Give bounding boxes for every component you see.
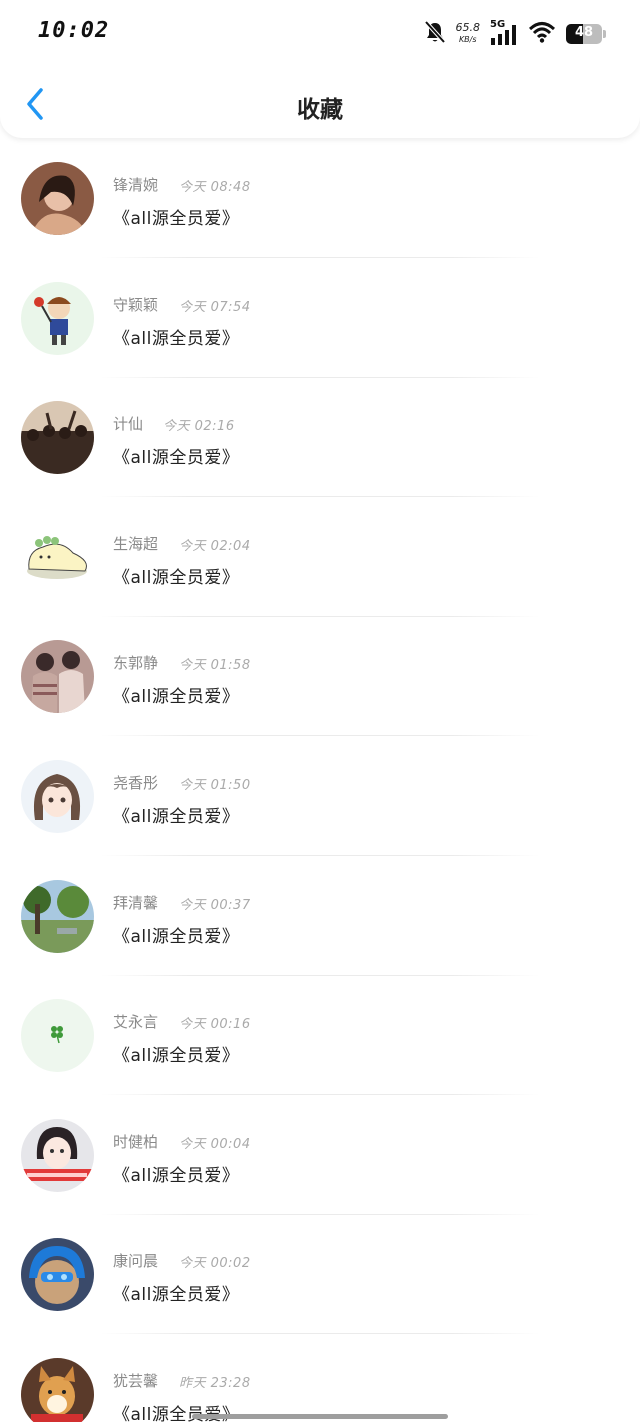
avatar[interactable] xyxy=(21,162,94,235)
avatar-image xyxy=(21,1357,94,1422)
item-time: 今天 00:02 xyxy=(179,1256,251,1272)
avatar[interactable] xyxy=(21,879,94,953)
list-item[interactable]: 东郭静 今天 01:58 《all源全员爱》 xyxy=(0,616,640,737)
avatar-image xyxy=(21,640,94,714)
item-time: 今天 01:58 xyxy=(179,658,251,674)
avatar[interactable] xyxy=(21,281,94,355)
item-time: 今天 02:04 xyxy=(179,538,251,554)
net-speed-unit: KB/s xyxy=(458,35,477,44)
network-type: 5G xyxy=(490,19,506,30)
item-time: 今天 08:48 xyxy=(179,180,251,195)
item-time: 今天 02:16 xyxy=(163,419,235,435)
avatar-image xyxy=(21,162,94,235)
avatar-image xyxy=(21,401,94,475)
item-content[interactable]: 《all源全员爱》 xyxy=(113,1041,239,1066)
list-item[interactable]: 艾永言 今天 00:16 《all源全员爱》 xyxy=(0,975,640,1096)
item-content[interactable]: 《all源全员爱》 xyxy=(113,443,239,468)
net-speed: 65.8 KB/s xyxy=(456,22,481,46)
item-name: 艾永言 xyxy=(113,1013,159,1032)
item-time: 今天 00:16 xyxy=(179,1017,251,1033)
item-name: 时健柏 xyxy=(113,1132,159,1151)
avatar[interactable] xyxy=(21,1357,94,1422)
avatar-image xyxy=(21,999,94,1073)
item-name: 守颖颖 xyxy=(113,295,159,314)
item-content[interactable]: 《all源全员爱》 xyxy=(113,1161,239,1186)
net-speed-value: 65.8 xyxy=(455,21,481,34)
avatar[interactable] xyxy=(21,640,94,714)
item-content[interactable]: 《all源全员爱》 xyxy=(113,682,239,707)
battery-indicator: 48 xyxy=(566,24,602,44)
home-indicator[interactable] xyxy=(192,1414,448,1419)
list-item[interactable]: 尧香彤 今天 01:50 《all源全员爱》 xyxy=(0,736,640,856)
top-bar: 10:02 65.8 KB/s 5G 48 收藏 xyxy=(0,0,640,138)
avatar-image xyxy=(21,281,94,355)
battery-level: 48 xyxy=(574,25,594,40)
wifi-icon xyxy=(528,21,556,47)
page-title: 收藏 xyxy=(297,97,343,123)
avatar[interactable] xyxy=(21,520,94,594)
list-item[interactable]: 康问晨 今天 00:02 《all源全员爱》 xyxy=(0,1214,640,1335)
item-name: 尧香彤 xyxy=(113,773,159,792)
item-content[interactable]: 《all源全员爱》 xyxy=(113,563,239,588)
item-time: 今天 00:37 xyxy=(179,897,251,913)
avatar-image xyxy=(21,520,94,594)
item-time: 昨天 23:28 xyxy=(179,1375,251,1391)
status-bar: 10:02 65.8 KB/s 5G 48 xyxy=(0,0,640,66)
item-time: 今天 00:04 xyxy=(179,1136,251,1152)
avatar[interactable] xyxy=(21,759,94,833)
list-item[interactable]: 拜清馨 今天 00:37 《all源全员爱》 xyxy=(0,856,640,976)
list-item[interactable]: 生海超 今天 02:04 《all源全员爱》 xyxy=(0,497,640,617)
avatar-image xyxy=(21,759,94,833)
list-item[interactable]: 时健柏 今天 00:04 《all源全员爱》 xyxy=(0,1095,640,1215)
item-content[interactable]: 《all源全员爱》 xyxy=(113,1280,239,1305)
item-name: 锋清婉 xyxy=(113,176,159,194)
favorites-list: 锋清婉 今天 08:48 《all源全员爱》 守颖颖 今天 07:54 《all… xyxy=(0,138,640,1422)
status-time: 10:02 xyxy=(38,18,110,43)
item-content[interactable]: 《all源全员爱》 xyxy=(113,204,239,229)
list-item[interactable]: 犹芸馨 昨天 23:28 《all源全员爱》 xyxy=(0,1334,640,1422)
item-name: 计仙 xyxy=(113,415,144,434)
item-time: 今天 07:54 xyxy=(179,299,251,315)
item-content[interactable]: 《all源全员爱》 xyxy=(113,802,239,827)
avatar[interactable] xyxy=(21,1238,94,1312)
avatar-image xyxy=(21,1238,94,1312)
nav-header: 收藏 xyxy=(0,66,640,138)
status-icons: 65.8 KB/s 5G 48 xyxy=(414,19,606,48)
item-name: 犹芸馨 xyxy=(113,1371,159,1390)
avatar[interactable] xyxy=(21,401,94,475)
item-time: 今天 01:50 xyxy=(179,777,251,793)
bell-muted-icon xyxy=(424,20,446,48)
item-name: 拜清馨 xyxy=(113,893,159,912)
item-name: 东郭静 xyxy=(113,654,159,673)
avatar[interactable] xyxy=(21,1118,94,1192)
item-content[interactable]: 《all源全员爱》 xyxy=(113,922,239,947)
cellular-signal: 5G xyxy=(490,19,518,46)
list-item[interactable]: 锋清婉 今天 08:48 《all源全员爱》 xyxy=(0,138,640,258)
avatar[interactable] xyxy=(21,999,94,1073)
list-item[interactable]: 守颖颖 今天 07:54 《all源全员爱》 xyxy=(0,258,640,378)
item-content[interactable]: 《all源全员爱》 xyxy=(113,324,239,349)
list-item[interactable]: 计仙 今天 02:16 《all源全员爱》 xyxy=(0,377,640,498)
avatar-image xyxy=(21,1118,94,1192)
battery-tip xyxy=(603,30,606,38)
item-name: 生海超 xyxy=(113,534,159,553)
item-name: 康问晨 xyxy=(113,1252,159,1271)
avatar-image xyxy=(21,879,94,953)
